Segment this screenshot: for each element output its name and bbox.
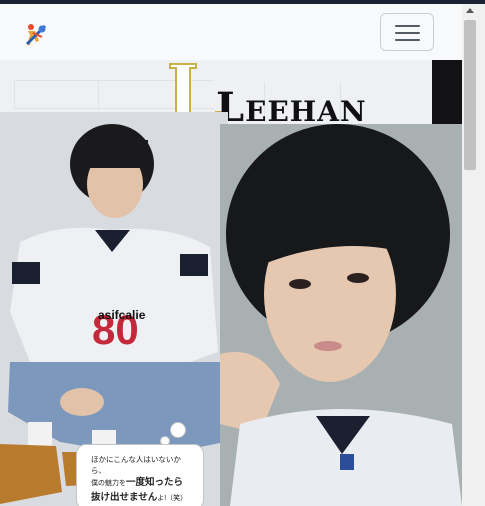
navbar xyxy=(0,4,462,61)
quote-caption: ほかにこんな人はいないから、 僕の魅力を一度知ったら 抜け出せませんよ!（笑） xyxy=(76,444,204,506)
scrollbar-thumb[interactable] xyxy=(464,20,476,170)
magazine-page-image: LEEHAN 80 asifcalie ほかにこんな人はいないから、 僕の魅力を… xyxy=(0,60,462,506)
right-portrait-photo xyxy=(220,124,462,506)
guitar-figure-logo-icon[interactable] xyxy=(22,21,50,49)
caption-line-3-tail: よ!（笑） xyxy=(157,495,188,502)
caption-line-2-bold: 一度知ったら xyxy=(126,477,184,488)
caption-line-2-prefix: 僕の魅力を xyxy=(91,480,126,487)
hamburger-menu-button[interactable] xyxy=(380,13,434,51)
jersey-brand-text: asifcalie xyxy=(98,308,146,322)
caption-line-1: ほかにこんな人はいないから、 xyxy=(91,455,181,475)
caption-line-3-bold: 抜け出せません xyxy=(91,492,158,503)
browser-viewport: LEEHAN 80 asifcalie ほかにこんな人はいないから、 僕の魅力を… xyxy=(0,4,462,506)
scroll-up-arrow-icon[interactable] xyxy=(466,8,474,13)
